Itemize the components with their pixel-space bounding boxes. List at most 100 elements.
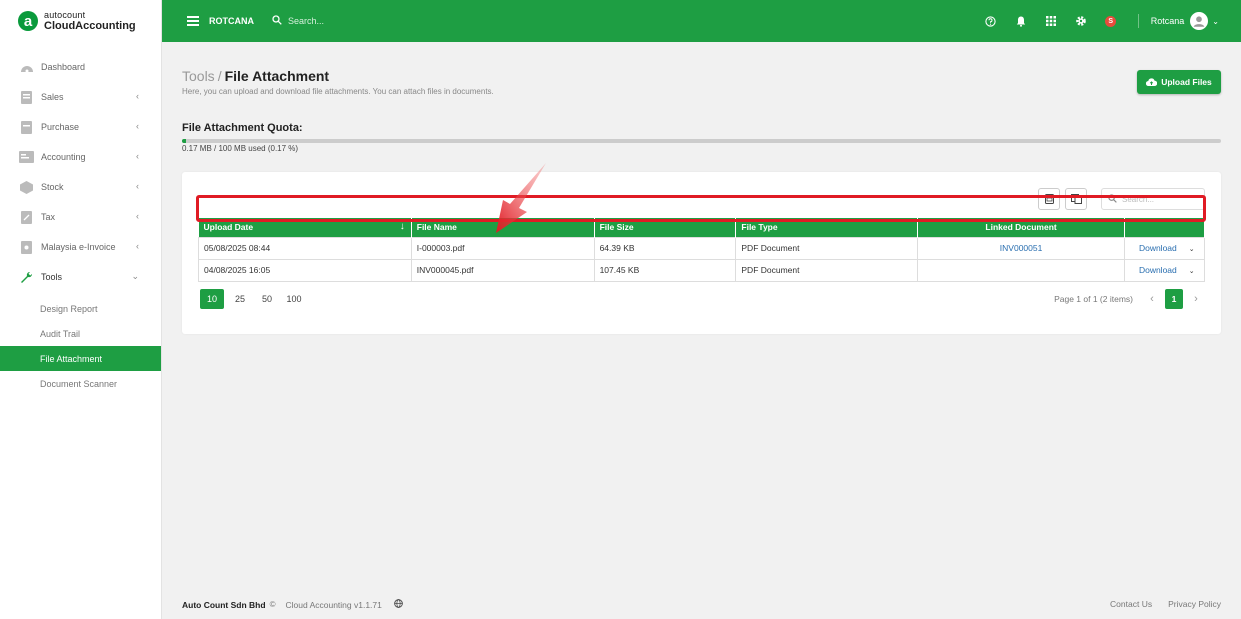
- chevron-down-icon[interactable]: ⌄: [1189, 246, 1195, 253]
- purchase-icon: [19, 120, 34, 134]
- quota-progress-bar: [182, 139, 1221, 143]
- avatar[interactable]: [1190, 12, 1209, 30]
- cell-file-size: 64.39 KB: [593, 236, 737, 260]
- sidebar-subitem-design-report[interactable]: Design Report: [0, 296, 161, 321]
- topbar: ROTCANA S Rotcana ⌄: [162, 0, 1241, 42]
- dashboard-icon: [19, 61, 34, 74]
- bell-icon[interactable]: [1006, 0, 1036, 42]
- sidebar-item-label: Malaysia e-Invoice: [41, 242, 116, 252]
- topbar-divider: [1137, 14, 1139, 28]
- sidebar-item-malaysia-einvoice[interactable]: Malaysia e-Invoice ‹: [0, 232, 161, 262]
- sidebar-item-tax[interactable]: Tax ‹: [0, 202, 161, 232]
- chevron-right-icon[interactable]: ›: [1187, 293, 1205, 305]
- breadcrumb-current: File Attachment: [224, 68, 330, 84]
- table-row[interactable]: 05/08/2025 08:44 I-000003.pdf 64.39 KB P…: [198, 236, 1206, 260]
- export-file-icon: [1044, 194, 1054, 204]
- sidebar-subitem-document-scanner[interactable]: Document Scanner: [0, 371, 161, 396]
- column-header-upload-date[interactable]: Upload Date ↓: [198, 218, 412, 237]
- page-description: Here, you can upload and download file a…: [182, 87, 494, 96]
- column-header-file-size[interactable]: File Size: [594, 218, 737, 237]
- cell-actions: Download ⌄: [1123, 258, 1206, 282]
- autocount-logo-icon: a: [18, 11, 38, 31]
- sidebar-nav: Dashboard Sales ‹ Purchase ‹ Accounting …: [0, 52, 161, 396]
- help-icon[interactable]: [976, 0, 1006, 42]
- top-search: [272, 14, 428, 28]
- column-chooser-icon: [1070, 194, 1082, 204]
- subscription-badge[interactable]: S: [1096, 0, 1126, 42]
- sidebar-item-tools[interactable]: Tools ⌄: [0, 262, 161, 292]
- footer-links: Contact Us Privacy Policy: [1094, 599, 1221, 609]
- page-size-selector: 10 25 50 100: [200, 289, 310, 309]
- page-size-100[interactable]: 100: [283, 289, 305, 309]
- sidebar-item-label: Tools: [41, 272, 63, 282]
- grid-toolbar: [1038, 188, 1205, 210]
- tax-icon: [19, 210, 34, 224]
- linked-document-link[interactable]: INV000051: [917, 236, 1125, 260]
- page-size-10[interactable]: 10: [200, 289, 224, 309]
- menu-toggle-icon[interactable]: [187, 16, 199, 26]
- apps-grid-icon[interactable]: [1036, 0, 1066, 42]
- table-header-row: Upload Date ↓ File Name File Size File Ty…: [198, 218, 1206, 237]
- cell-file-size: 107.45 KB: [593, 258, 737, 282]
- export-button[interactable]: [1038, 188, 1060, 210]
- chevron-left-icon[interactable]: ‹: [1143, 293, 1161, 305]
- accounting-icon: [19, 151, 34, 164]
- upload-files-button[interactable]: Upload Files: [1137, 70, 1221, 94]
- download-button[interactable]: Download: [1139, 265, 1177, 275]
- sidebar-item-dashboard[interactable]: Dashboard: [0, 52, 161, 82]
- column-header-file-name[interactable]: File Name: [411, 218, 595, 237]
- sidebar-item-label: Accounting: [41, 152, 86, 162]
- user-name[interactable]: Rotcana: [1151, 16, 1185, 26]
- sidebar-subitem-audit-trail[interactable]: Audit Trail: [0, 321, 161, 346]
- chevron-left-icon: ‹: [136, 91, 139, 101]
- cell-file-name: INV000045.pdf: [410, 258, 595, 282]
- chevron-left-icon: ‹: [136, 241, 139, 251]
- topbar-actions: S Rotcana ⌄: [976, 0, 1241, 42]
- download-button[interactable]: Download: [1139, 243, 1177, 253]
- chevron-left-icon: ‹: [136, 211, 139, 221]
- einvoice-icon: [19, 240, 34, 254]
- search-icon[interactable]: [272, 14, 282, 28]
- company-name[interactable]: ROTCANA: [209, 16, 254, 26]
- column-chooser-button[interactable]: [1065, 188, 1087, 210]
- sidebar-item-purchase[interactable]: Purchase ‹: [0, 112, 161, 142]
- brand-line2: CloudAccounting: [44, 20, 136, 32]
- chevron-left-icon: ‹: [136, 181, 139, 191]
- cell-upload-date: 04/08/2025 16:05: [198, 258, 412, 282]
- brand-logo[interactable]: a autocount CloudAccounting: [0, 0, 161, 42]
- chevron-down-icon: ⌄: [131, 271, 139, 281]
- breadcrumb-separator: /: [217, 68, 222, 84]
- sidebar-item-label: Tax: [41, 212, 56, 222]
- page-size-25[interactable]: 25: [229, 289, 251, 309]
- quota-progress-fill: [182, 139, 186, 143]
- page-size-50[interactable]: 50: [256, 289, 278, 309]
- privacy-policy-link[interactable]: Privacy Policy: [1168, 599, 1221, 609]
- linked-document-link[interactable]: [917, 258, 1125, 282]
- table-row[interactable]: 04/08/2025 16:05 INV000045.pdf 107.45 KB…: [198, 258, 1206, 282]
- chevron-down-icon[interactable]: ⌄: [1212, 17, 1219, 26]
- sidebar-item-sales[interactable]: Sales ‹: [0, 82, 161, 112]
- sidebar-item-label: Stock: [41, 182, 64, 192]
- copyright-icon: ©: [269, 600, 276, 609]
- column-header-file-type[interactable]: File Type: [735, 218, 919, 237]
- column-header-linked-document[interactable]: Linked Document: [917, 218, 1125, 237]
- grid-search-input[interactable]: [1122, 194, 1200, 204]
- file-attachment-card: Upload Date↓ File Name File Size File Ty…: [182, 172, 1221, 334]
- breadcrumb-tools[interactable]: Tools: [182, 68, 215, 84]
- cell-upload-date: 05/08/2025 08:44: [198, 236, 412, 260]
- sidebar-item-stock[interactable]: Stock ‹: [0, 172, 161, 202]
- globe-icon[interactable]: [394, 599, 403, 610]
- global-search-input[interactable]: [288, 16, 428, 26]
- stock-icon: [19, 180, 34, 194]
- footer-version: Cloud Accounting v1.1.71: [285, 599, 382, 610]
- page-title: Tools / File Attachment: [182, 68, 329, 84]
- gear-icon[interactable]: [1066, 0, 1096, 42]
- sidebar-subitem-file-attachment[interactable]: File Attachment: [0, 346, 161, 371]
- contact-us-link[interactable]: Contact Us: [1110, 599, 1152, 609]
- chevron-left-icon: ‹: [136, 121, 139, 131]
- chevron-down-icon[interactable]: ⌄: [1189, 268, 1195, 275]
- sidebar-item-accounting[interactable]: Accounting ‹: [0, 142, 161, 172]
- page-number-current[interactable]: 1: [1165, 289, 1183, 309]
- cell-file-type: PDF Document: [735, 236, 919, 260]
- subscription-badge-letter: S: [1105, 15, 1117, 27]
